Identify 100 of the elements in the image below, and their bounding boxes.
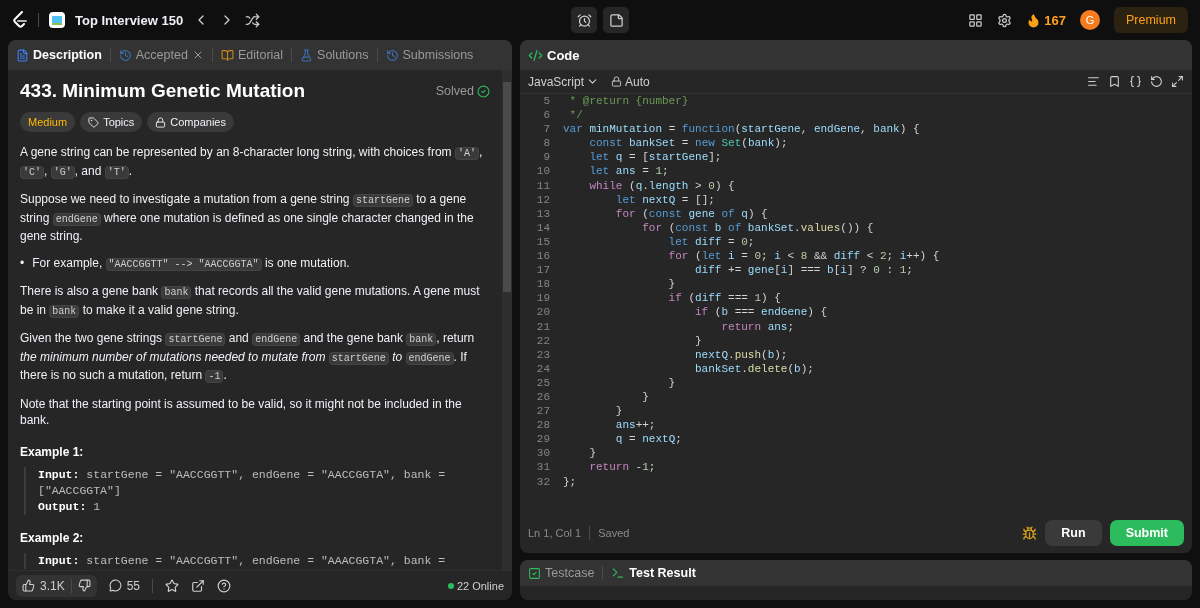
code-line: }	[667, 277, 676, 292]
language-select[interactable]: JavaScript	[528, 74, 600, 89]
thumbs-up-icon	[22, 579, 35, 592]
line-number: 15	[535, 234, 551, 250]
cursor-position: Ln 1, Col 1	[528, 527, 582, 539]
tab[interactable]: Solutions	[300, 48, 369, 62]
line-number: 14	[535, 220, 551, 235]
code-line: const bankSet = new Set(bank);	[588, 136, 788, 151]
list-title[interactable]: Top Interview 150	[75, 12, 184, 28]
line-number: 7	[542, 122, 551, 137]
line-number: 17	[535, 263, 551, 278]
code-line: let diff = 0;	[667, 234, 755, 250]
help-icon[interactable]	[217, 578, 232, 593]
comments-button[interactable]: 55	[108, 578, 141, 593]
line-number: 18	[535, 277, 551, 292]
star-icon[interactable]	[165, 578, 180, 593]
settings-icon[interactable]	[997, 12, 1013, 28]
note-icon	[608, 12, 624, 28]
line-number: 23	[535, 347, 551, 362]
reset-icon[interactable]	[1150, 75, 1163, 88]
thumbs-down-icon	[77, 579, 91, 592]
like-button[interactable]: 3.1K	[16, 578, 71, 593]
line-number: 28	[535, 418, 551, 433]
paragraph: Given the two gene strings startGene and endGene and the gene bank bank , return the minimum number of mutations needed to mutate from startGene to endGene . If there is no such a mutation, return -1 .	[20, 330, 476, 385]
code-line: };	[563, 474, 577, 489]
code-line: diff += gene[i] === b[i] ? 0 : 1;	[694, 263, 913, 278]
code-line: }	[614, 404, 623, 419]
line-number: 19	[535, 291, 551, 306]
line-number: 6	[542, 108, 551, 123]
shuffle-icon[interactable]	[245, 12, 261, 28]
example-title: Example 1:	[20, 444, 85, 459]
code-line: while (q.length > 0) {	[588, 178, 735, 193]
scrollbar[interactable]	[502, 70, 512, 570]
line-number: 10	[535, 164, 551, 179]
run-button[interactable]: Run	[1045, 520, 1102, 546]
alarm-clock-icon	[576, 12, 592, 28]
tag-chip[interactable]: Topics	[80, 112, 143, 132]
premium-button[interactable]: Premium	[1114, 7, 1188, 33]
bug-icon[interactable]	[1022, 525, 1038, 541]
paragraph: There is also a gene bank bank that records all the valid gene mutations. A gene must be in bank to make it a valid gene string.	[20, 283, 481, 320]
code-line: }	[694, 333, 702, 348]
tab[interactable]: Testcase	[528, 566, 595, 580]
tag-chip[interactable]: Companies	[147, 112, 234, 132]
streak-counter[interactable]: 167	[1026, 12, 1066, 28]
line-number: 24	[535, 361, 551, 376]
code-line: * @return {number}	[568, 94, 689, 109]
line-number: 21	[535, 319, 551, 334]
comment-icon	[108, 579, 122, 592]
code-line: }	[641, 389, 649, 405]
notes-button[interactable]	[603, 7, 629, 33]
book-icon	[220, 48, 234, 62]
code-line: for (const b of bankSet.values()) {	[641, 220, 874, 235]
document-icon	[16, 48, 29, 62]
code-line: ans++;	[614, 418, 656, 433]
code-icon	[528, 47, 543, 63]
line-number: 5	[542, 94, 551, 109]
grid-icon[interactable]	[968, 12, 984, 28]
tab[interactable]: Test Result	[611, 566, 696, 580]
code-line: }	[588, 446, 596, 461]
solved-status: Solved	[435, 84, 490, 98]
example-block: Input: startGene = "AACCGGTT", endGene = "AACCGGTA", bank = ["AACCGGTA"] Output: 1	[24, 466, 490, 515]
code-line: */	[568, 108, 583, 123]
bookmark-icon[interactable]	[1108, 75, 1121, 88]
code-line: let nextQ = [];	[614, 192, 715, 207]
line-number: 31	[535, 460, 551, 475]
line-number: 20	[535, 305, 551, 320]
line-number: 13	[535, 206, 551, 221]
mode-label[interactable]: Auto	[611, 74, 650, 89]
line-number: 9	[542, 150, 551, 165]
expand-icon[interactable]	[1171, 75, 1184, 88]
online-dot	[447, 582, 454, 589]
paragraph: Note that the starting point is assumed to be valid, so it might not be included in the bank.	[20, 395, 463, 429]
code-line: for (const gene of q) {	[614, 206, 768, 221]
tab[interactable]: Accepted	[118, 48, 204, 62]
format-icon[interactable]	[1087, 75, 1100, 88]
code-line: let ans = 1;	[588, 164, 669, 179]
tag-chip[interactable]: Medium	[20, 112, 76, 132]
logo-icon[interactable]	[12, 11, 28, 29]
lock-icon	[155, 116, 167, 128]
code-line: bankSet.delete(b);	[694, 361, 814, 376]
bullet-item: For example, "AACCGGTT" --> "AACCGGTA" is one mutation.	[32, 254, 350, 273]
tab[interactable]: Description	[16, 48, 102, 62]
tab[interactable]: Submissions	[385, 48, 474, 62]
timer-button[interactable]	[571, 7, 597, 33]
paragraph: A gene string can be represented by an 8-character long string, with choices from 'A' , 'C' , 'G' , and 'T' .	[20, 144, 484, 181]
line-number: 8	[542, 136, 551, 151]
code-line: return -1;	[588, 460, 656, 475]
line-number: 29	[535, 432, 551, 447]
online-count: 22 Online	[447, 579, 504, 592]
code-line: nextQ.push(b);	[694, 347, 788, 362]
problem-title: 433. Minimum Genetic Mutation	[20, 80, 306, 102]
history-icon	[385, 48, 399, 62]
line-number: 16	[535, 249, 551, 264]
terminal-icon	[611, 566, 626, 580]
line-number: 12	[535, 192, 551, 207]
braces-icon[interactable]	[1129, 75, 1142, 88]
paragraph: Suppose we need to investigate a mutation from a gene string startGene to a gene string endGene where one mutation is defined as one single character changed in the gene string.	[20, 191, 475, 245]
share-icon[interactable]	[191, 578, 206, 593]
bullet-marker: •	[20, 254, 25, 272]
tab[interactable]: Editorial	[220, 48, 284, 62]
